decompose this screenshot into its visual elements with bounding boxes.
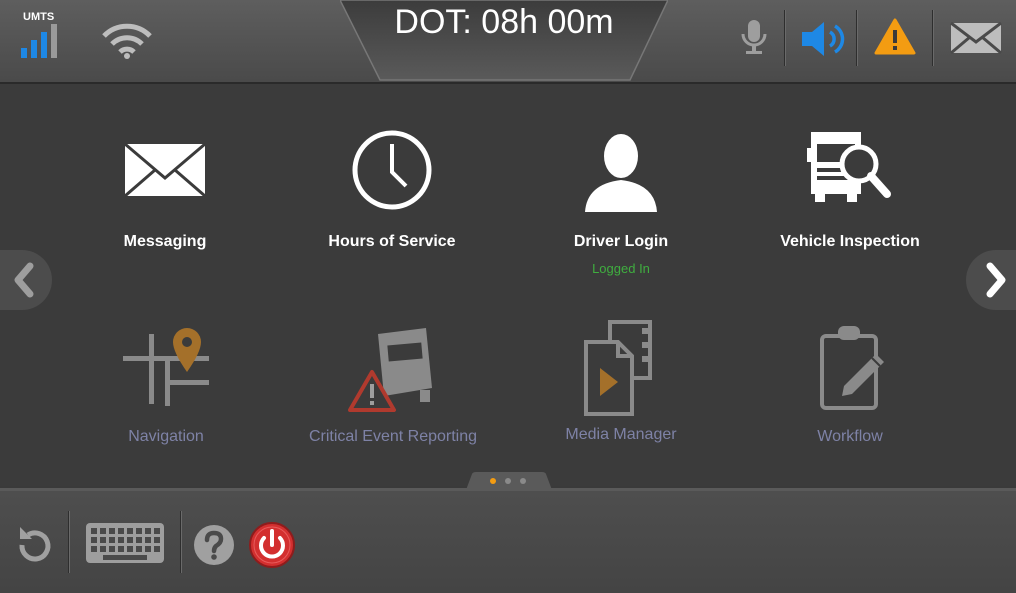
app-tile-messaging[interactable]: Messaging bbox=[55, 128, 275, 251]
page-dot[interactable] bbox=[520, 478, 526, 484]
volume-icon[interactable] bbox=[800, 20, 848, 58]
app-tile-workflow[interactable]: Workflow bbox=[740, 324, 960, 446]
app-label: Media Manager bbox=[565, 426, 677, 443]
mail-notification-icon[interactable] bbox=[950, 22, 1002, 54]
app-label: Critical Event Reporting bbox=[308, 428, 478, 445]
truck-inspect-icon bbox=[807, 132, 891, 202]
chevron-right-icon bbox=[986, 262, 1006, 298]
app-tile-hours-of-service[interactable]: Hours of Service bbox=[282, 128, 502, 251]
app-tile-vehicle-inspection[interactable]: Vehicle Inspection bbox=[740, 128, 960, 251]
warning-icon[interactable] bbox=[874, 18, 916, 56]
app-label: Messaging bbox=[123, 233, 207, 250]
app-tile-media-manager[interactable]: Media Manager bbox=[511, 318, 731, 444]
wifi-icon bbox=[102, 23, 152, 59]
app-label: Hours of Service bbox=[328, 233, 456, 250]
app-label: Navigation bbox=[128, 428, 204, 445]
previous-page-button[interactable] bbox=[0, 250, 52, 310]
signal-strength-icon bbox=[21, 24, 57, 58]
media-file-icon bbox=[584, 320, 652, 416]
page-dot[interactable] bbox=[505, 478, 511, 484]
app-tile-critical-event-reporting[interactable]: Critical Event Reporting bbox=[283, 324, 503, 446]
bottom-toolbar bbox=[0, 488, 1016, 593]
app-label: Driver Login bbox=[573, 233, 669, 250]
clipboard-edit-icon bbox=[820, 326, 884, 410]
app-label: Workflow bbox=[817, 428, 883, 445]
login-status: Logged In bbox=[592, 261, 650, 276]
next-page-button[interactable] bbox=[966, 250, 1016, 310]
user-icon bbox=[585, 134, 657, 212]
map-pin-icon bbox=[123, 328, 209, 406]
truck-warning-icon bbox=[348, 328, 432, 412]
dot-timer: DOT: 08h 00m bbox=[394, 3, 614, 41]
status-bar: UMTS DOT: 08h 00m bbox=[0, 0, 1016, 84]
clock-icon bbox=[352, 130, 432, 210]
envelope-icon bbox=[124, 142, 206, 198]
keyboard-icon[interactable] bbox=[85, 522, 165, 564]
help-icon[interactable] bbox=[193, 524, 235, 566]
app-tile-navigation[interactable]: Navigation bbox=[56, 324, 276, 446]
app-label: Vehicle Inspection bbox=[780, 233, 920, 250]
page-dot-active[interactable] bbox=[490, 478, 496, 484]
power-icon[interactable] bbox=[248, 521, 296, 569]
refresh-icon[interactable] bbox=[14, 525, 56, 567]
microphone-icon[interactable] bbox=[738, 18, 770, 56]
chevron-left-icon bbox=[14, 262, 34, 298]
app-tile-driver-login[interactable]: Driver Login Logged In bbox=[511, 128, 731, 276]
